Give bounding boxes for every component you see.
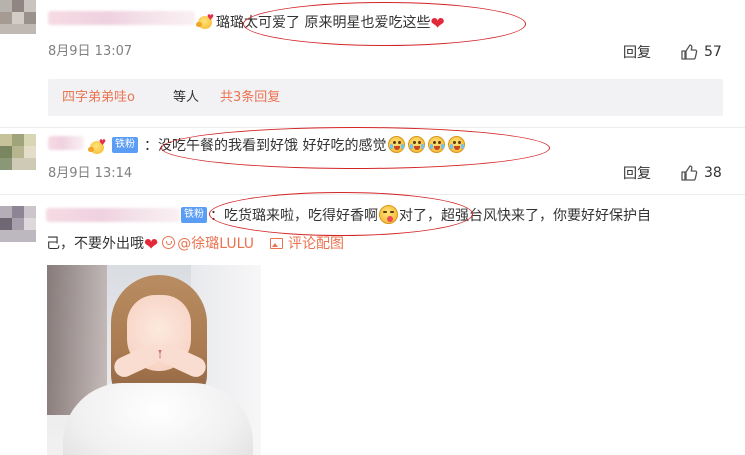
crying-emoji-icon (387, 135, 406, 154)
comment-text-part1: ：吃货璐来啦，吃得好香啊 (210, 208, 378, 224)
comment-text-content: 没吃午餐的我看到好饿 好好吃的感觉 (158, 138, 387, 154)
comment-image-link[interactable]: 评论配图 (288, 236, 344, 252)
like-count: 57 (704, 44, 722, 60)
username-blurred[interactable] (48, 11, 195, 25)
avatar[interactable] (0, 134, 36, 170)
comment-time: 8月9日 13:14 (48, 166, 133, 181)
comment-text-content: 璐璐太可爱了 原来明星也爱吃这些 (216, 15, 431, 31)
thumb-up-icon (681, 165, 698, 181)
like-count: 38 (704, 165, 722, 181)
comment-text: 璐璐太可爱了 原来明星也爱吃这些❤ (216, 13, 445, 33)
view-more-replies-link[interactable]: 共3条回复 (220, 89, 280, 107)
comment-text: ：没吃午餐的我看到好饿 好好吃的感觉 (144, 135, 466, 156)
avatar[interactable] (0, 0, 36, 34)
reply-button[interactable]: 回复 (623, 45, 651, 61)
replies-preview[interactable]: 四字弟弟哇o 等人 共3条回复 (48, 79, 723, 116)
comment-text-line2-content: 己，不要外出哦 (46, 236, 144, 252)
image-icon (269, 238, 283, 249)
username-blurred[interactable] (48, 136, 84, 150)
comment-photo[interactable] (47, 265, 261, 455)
reply-button[interactable]: 回复 (623, 166, 651, 182)
member-badge-icon: ♥ (196, 14, 214, 30)
comment-time: 8月9日 13:07 (48, 44, 133, 59)
username-blurred[interactable] (46, 208, 180, 222)
heart-emoji-icon: ❤ (430, 14, 445, 34)
thumb-up-icon (681, 44, 698, 60)
member-badge-icon: ♥ (88, 139, 106, 155)
comment-prefix: ： (144, 138, 158, 154)
comment-2: ♥ 铁粉 ：没吃午餐的我看到好饿 好好吃的感觉 8月9日 13:14 回复 38 (0, 128, 745, 192)
reply-others-label: 等人 (173, 90, 200, 105)
comment-text: ：吃货璐来啦，吃得好香啊 对了，超强台风快来了，你要好好保护自 (210, 205, 651, 226)
comment-text-part2: 对了，超强台风快来了，你要好好保护自 (399, 208, 651, 224)
heart-emoji-icon: ❤ (144, 235, 159, 255)
crying-emoji-icon (447, 135, 466, 154)
fan-badge: 铁粉 (181, 207, 207, 223)
mention-icon (162, 236, 176, 249)
yum-emoji-icon (379, 205, 398, 224)
crying-emoji-icon (427, 135, 446, 154)
mention-link[interactable]: @徐璐LULU (177, 236, 254, 252)
fan-badge: 铁粉 (112, 137, 138, 153)
reply-author-link[interactable]: 四字弟弟哇o (62, 89, 135, 107)
comment-1: ♥ 璐璐太可爱了 原来明星也爱吃这些❤ 8月9日 13:07 回复 57 (0, 0, 745, 78)
crying-emoji-icon (407, 135, 426, 154)
comment-text-line2: 己，不要外出哦❤ @徐璐LULU 评论配图 (46, 234, 344, 254)
avatar[interactable] (0, 206, 36, 242)
